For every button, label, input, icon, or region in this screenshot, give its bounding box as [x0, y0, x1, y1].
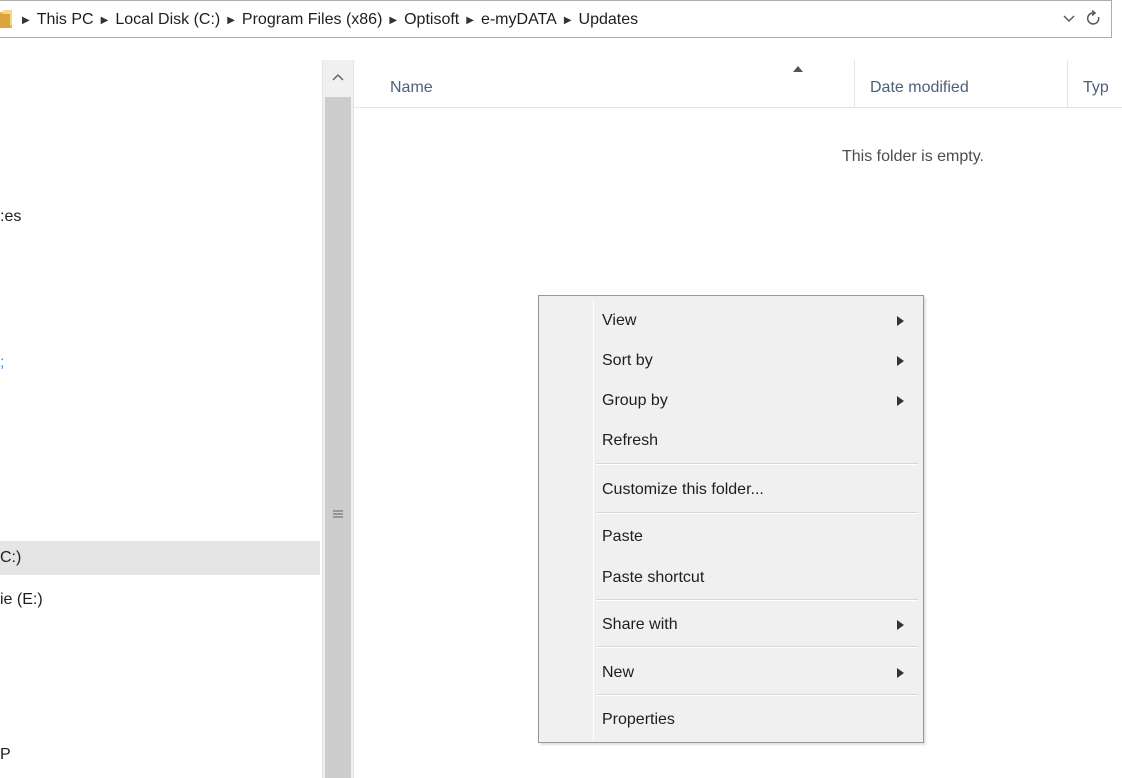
- breadcrumb-this-pc[interactable]: This PC: [37, 11, 94, 29]
- address-bar[interactable]: ▶ This PC ▶ Local Disk (C:) ▶ Program Fi…: [0, 0, 1112, 38]
- menu-item-refresh[interactable]: Refresh: [542, 422, 920, 460]
- menu-item-group-by[interactable]: Group by: [542, 382, 920, 420]
- breadcrumb-local-disk[interactable]: Local Disk (C:): [115, 11, 220, 29]
- nav-item-favorites[interactable]: :es: [0, 208, 21, 226]
- column-header-type[interactable]: Typ: [1067, 60, 1122, 108]
- menu-item-view[interactable]: View: [542, 302, 920, 340]
- chevron-right-icon[interactable]: ▶: [227, 15, 235, 26]
- menu-item-paste-shortcut[interactable]: Paste shortcut: [542, 559, 920, 597]
- nav-item-partial[interactable]: P: [0, 746, 11, 764]
- submenu-arrow-icon: [897, 668, 904, 678]
- scroll-thumb[interactable]: [325, 97, 351, 778]
- menu-separator: [596, 694, 918, 696]
- breadcrumb-updates[interactable]: Updates: [579, 11, 639, 29]
- nav-scrollbar[interactable]: [322, 60, 354, 778]
- breadcrumb-optisoft[interactable]: Optisoft: [404, 11, 459, 29]
- navigation-pane[interactable]: :es ; C:) ie (E:) P: [0, 60, 322, 778]
- menu-item-new[interactable]: New: [542, 654, 920, 692]
- menu-item-properties[interactable]: Properties: [542, 701, 920, 739]
- empty-folder-message: This folder is empty.: [842, 148, 984, 165]
- refresh-icon[interactable]: [1086, 10, 1102, 28]
- menu-item-label: Properties: [602, 711, 675, 728]
- menu-item-label: Share with: [602, 616, 678, 633]
- breadcrumb-e-mydata[interactable]: e-myDATA: [481, 11, 557, 29]
- menu-separator: [596, 512, 918, 514]
- scroll-up-button[interactable]: [323, 60, 353, 94]
- menu-item-label: Customize this folder...: [602, 481, 764, 498]
- menu-item-paste[interactable]: Paste: [542, 518, 920, 556]
- submenu-arrow-icon: [897, 316, 904, 326]
- column-header-row: Name Date modified Typ: [354, 60, 1122, 108]
- menu-item-label: Paste shortcut: [602, 569, 705, 586]
- chevron-right-icon[interactable]: ▶: [564, 15, 572, 26]
- chevron-right-icon[interactable]: ▶: [466, 15, 474, 26]
- menu-item-label: Refresh: [602, 432, 659, 449]
- nav-item-drive-e[interactable]: ie (E:): [0, 591, 43, 609]
- menu-item-label: Group by: [602, 392, 668, 409]
- menu-separator: [596, 646, 918, 648]
- chevron-down-icon[interactable]: [1062, 12, 1076, 26]
- column-header-name[interactable]: Name: [390, 60, 850, 108]
- breadcrumb-program-files[interactable]: Program Files (x86): [242, 11, 382, 29]
- chevron-up-icon: [332, 74, 344, 81]
- menu-item-customize-folder[interactable]: Customize this folder...: [542, 471, 920, 509]
- menu-item-sort-by[interactable]: Sort by: [542, 342, 920, 380]
- folder-icon: [0, 10, 12, 28]
- menu-separator: [596, 599, 918, 601]
- submenu-arrow-icon: [897, 356, 904, 366]
- nav-item-local-disk[interactable]: C:): [0, 541, 320, 575]
- menu-item-label: Paste: [602, 528, 643, 545]
- breadcrumb: ▶ This PC ▶ Local Disk (C:) ▶ Program Fi…: [15, 1, 638, 39]
- menu-item-label: New: [602, 664, 635, 681]
- menu-item-label: View: [602, 312, 637, 329]
- menu-item-label: Sort by: [602, 352, 653, 369]
- column-header-date-modified[interactable]: Date modified: [854, 60, 1064, 108]
- nav-item-link[interactable]: ;: [0, 354, 4, 372]
- chevron-right-icon[interactable]: ▶: [389, 15, 397, 26]
- submenu-arrow-icon: [897, 620, 904, 630]
- menu-separator: [596, 463, 918, 465]
- chevron-right-icon[interactable]: ▶: [101, 15, 109, 26]
- submenu-arrow-icon: [897, 396, 904, 406]
- grip-icon: [333, 510, 343, 518]
- context-menu: View Sort by Group by Refresh Customize …: [538, 295, 924, 743]
- menu-item-share-with[interactable]: Share with: [542, 606, 920, 644]
- sort-ascending-icon: [793, 66, 803, 72]
- chevron-right-icon[interactable]: ▶: [22, 15, 30, 26]
